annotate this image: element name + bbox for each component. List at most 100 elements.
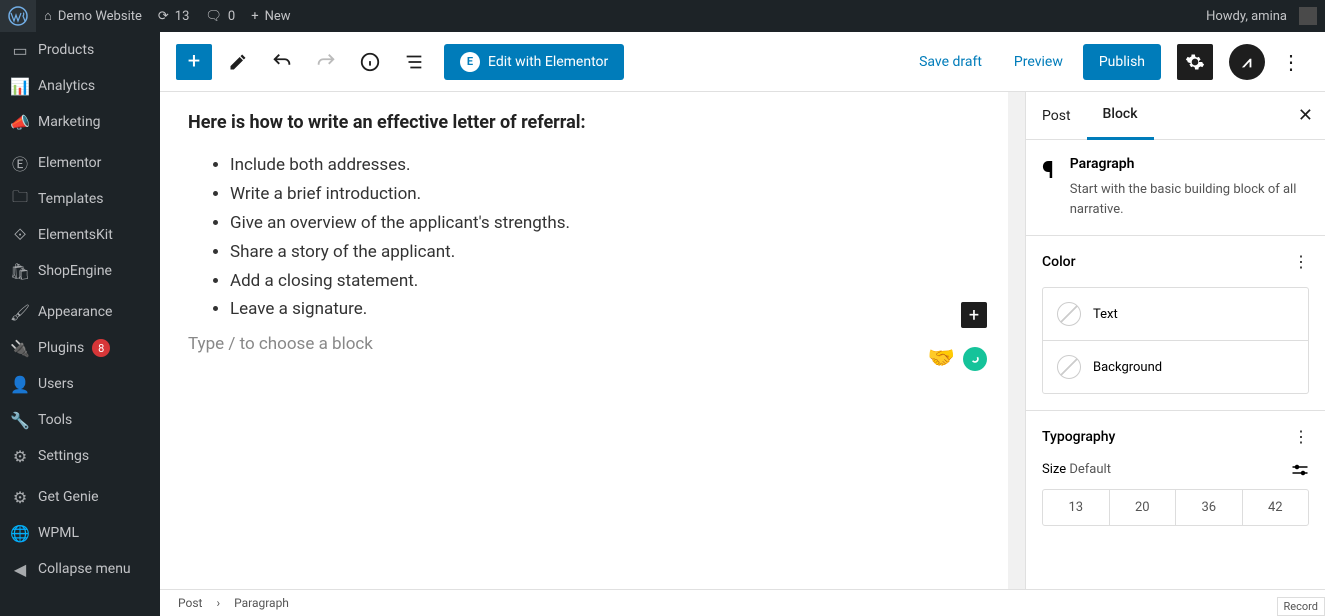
sidebar-item-plugins[interactable]: 🔌Plugins8 <box>0 330 160 366</box>
typography-options-button[interactable]: ⋮ <box>1293 427 1309 446</box>
ek-icon: ⟐ <box>10 225 30 245</box>
grammarly-icon[interactable] <box>963 347 987 371</box>
size-preset-20[interactable]: 20 <box>1109 490 1176 525</box>
sidebar-item-label: Analytics <box>38 78 95 94</box>
breadcrumb-post[interactable]: Post <box>178 596 202 610</box>
new-link[interactable]: +New <box>243 0 298 32</box>
handshake-emoji[interactable]: 🤝 <box>928 346 955 371</box>
sidebar-item-shopengine[interactable]: 🛍 ShopEngine <box>0 253 160 289</box>
badge: 8 <box>92 339 110 357</box>
updates-link[interactable]: ⟳13 <box>150 0 198 32</box>
sidebar-item-get-genie[interactable]: ⚙ Get Genie <box>0 479 160 515</box>
settings-button[interactable] <box>1177 44 1213 80</box>
text-color-button[interactable]: Text <box>1043 288 1308 340</box>
e-icon: Ⓔ <box>10 153 30 173</box>
sidebar-item-label: ShopEngine <box>38 263 112 279</box>
size-preset-13[interactable]: 13 <box>1043 490 1109 525</box>
size-preset-36[interactable]: 36 <box>1175 490 1242 525</box>
sliders-icon: ⚙ <box>10 446 30 466</box>
publish-button[interactable]: Publish <box>1083 44 1161 80</box>
list-item[interactable]: Share a story of the applicant. <box>230 238 997 267</box>
add-block-button[interactable]: + <box>176 44 212 80</box>
breadcrumb: Post › Paragraph <box>160 589 1325 616</box>
sidebar-item-tools[interactable]: 🔧Tools <box>0 402 160 438</box>
background-color-button[interactable]: Background <box>1043 340 1308 393</box>
mega-icon: 📣 <box>10 112 30 132</box>
site-name-link[interactable]: ⌂Demo Website <box>36 0 150 32</box>
tab-block[interactable]: Block <box>1087 92 1154 140</box>
wrench-icon: 🔧 <box>10 410 30 430</box>
list-item[interactable]: Write a brief introduction. <box>230 180 997 209</box>
comment-icon: 🗨 <box>205 9 222 24</box>
tools-button[interactable] <box>220 44 256 80</box>
sidebar-item-label: Templates <box>38 191 104 207</box>
redo-button[interactable] <box>308 44 344 80</box>
howdy-link[interactable]: Howdy, amina <box>1198 0 1325 32</box>
preview-button[interactable]: Preview <box>1002 54 1075 70</box>
home-icon: ⌂ <box>44 8 52 24</box>
sidebar-item-label: Elementor <box>38 155 101 171</box>
list-item[interactable]: Give an overview of the applicant's stre… <box>230 209 997 238</box>
gear-icon: ⚙ <box>10 487 30 507</box>
save-draft-button[interactable]: Save draft <box>907 54 994 70</box>
sidebar-item-users[interactable]: 👤 Users <box>0 366 160 402</box>
editor: + EEdit with Elementor Save draft Previe… <box>160 32 1325 616</box>
sidebar-item-settings[interactable]: ⚙Settings <box>0 438 160 474</box>
sidebar-item-wpml[interactable]: 🌐WPML <box>0 515 160 551</box>
sidebar-item-elementor[interactable]: Ⓔ Elementor <box>0 145 160 181</box>
bag-icon: 🛍 <box>10 261 30 281</box>
avatar <box>1299 7 1317 25</box>
sidebar-item-label: Marketing <box>38 114 101 130</box>
brush-icon: 🖌 <box>10 302 30 322</box>
plug-icon: 🔌 <box>10 338 30 358</box>
sidebar-item-appearance[interactable]: 🖌Appearance <box>0 294 160 330</box>
typography-section-title: Typography <box>1042 429 1115 445</box>
astra-button[interactable]: ⩘ <box>1229 44 1265 80</box>
sidebar-item-templates[interactable]: 🗀 Templates <box>0 181 160 217</box>
paragraph-icon: ¶ <box>1042 156 1054 184</box>
close-inspector-button[interactable]: ✕ <box>1298 105 1313 126</box>
chevron-right-icon: › <box>216 596 220 610</box>
insert-block-button[interactable]: + <box>961 302 987 328</box>
sidebar-item-products[interactable]: ▭Products <box>0 32 160 68</box>
background-color-swatch <box>1057 355 1081 379</box>
breadcrumb-block[interactable]: Paragraph <box>234 596 289 610</box>
block-placeholder[interactable]: Type / to choose a block <box>188 334 997 354</box>
size-preset-42[interactable]: 42 <box>1242 490 1309 525</box>
list-item[interactable]: Add a closing statement. <box>230 267 997 296</box>
content-heading[interactable]: Here is how to write an effective letter… <box>188 112 997 133</box>
wp-logo[interactable] <box>0 0 36 32</box>
user-icon: 👤 <box>10 374 30 394</box>
admin-sidebar: ▭Products📊Analytics 📣 Marketing Ⓔ Elementor 🗀… <box>0 32 160 616</box>
sidebar-item-label: Users <box>38 376 74 392</box>
size-value: Default <box>1069 462 1111 477</box>
list-item[interactable]: Leave a signature. <box>230 295 997 324</box>
more-options-button[interactable]: ⋮ <box>1273 50 1309 74</box>
editor-topbar: + EEdit with Elementor Save draft Previe… <box>160 32 1325 92</box>
sidebar-item-collapse-menu[interactable]: ◀Collapse menu <box>0 551 160 587</box>
scrollbar[interactable] <box>1008 92 1025 589</box>
outline-button[interactable] <box>396 44 432 80</box>
sidebar-item-marketing[interactable]: 📣 Marketing <box>0 104 160 140</box>
edit-with-elementor-button[interactable]: EEdit with Elementor <box>444 44 624 80</box>
sidebar-item-analytics[interactable]: 📊Analytics <box>0 68 160 104</box>
color-options-button[interactable]: ⋮ <box>1293 252 1309 271</box>
info-button[interactable] <box>352 44 388 80</box>
content-area[interactable]: Here is how to write an effective letter… <box>160 92 1025 589</box>
folder-icon: 🗀 <box>10 189 30 209</box>
size-custom-button[interactable] <box>1291 463 1309 477</box>
globe-icon: 🌐 <box>10 523 30 543</box>
tab-post[interactable]: Post <box>1026 92 1087 140</box>
comments-link[interactable]: 🗨0 <box>197 0 243 32</box>
sidebar-item-elementskit[interactable]: ⟐ ElementsKit <box>0 217 160 253</box>
sidebar-item-label: Get Genie <box>38 489 99 505</box>
admin-bar: ⌂Demo Website ⟳13 🗨0 +New Howdy, amina <box>0 0 1325 32</box>
record-label: Record <box>1277 597 1325 616</box>
text-color-swatch <box>1057 302 1081 326</box>
plus-icon: + <box>251 9 258 24</box>
sidebar-item-label: ElementsKit <box>38 227 113 243</box>
sidebar-item-label: Products <box>38 42 94 58</box>
content-list[interactable]: Include both addresses.Write a brief int… <box>188 151 997 324</box>
undo-button[interactable] <box>264 44 300 80</box>
list-item[interactable]: Include both addresses. <box>230 151 997 180</box>
